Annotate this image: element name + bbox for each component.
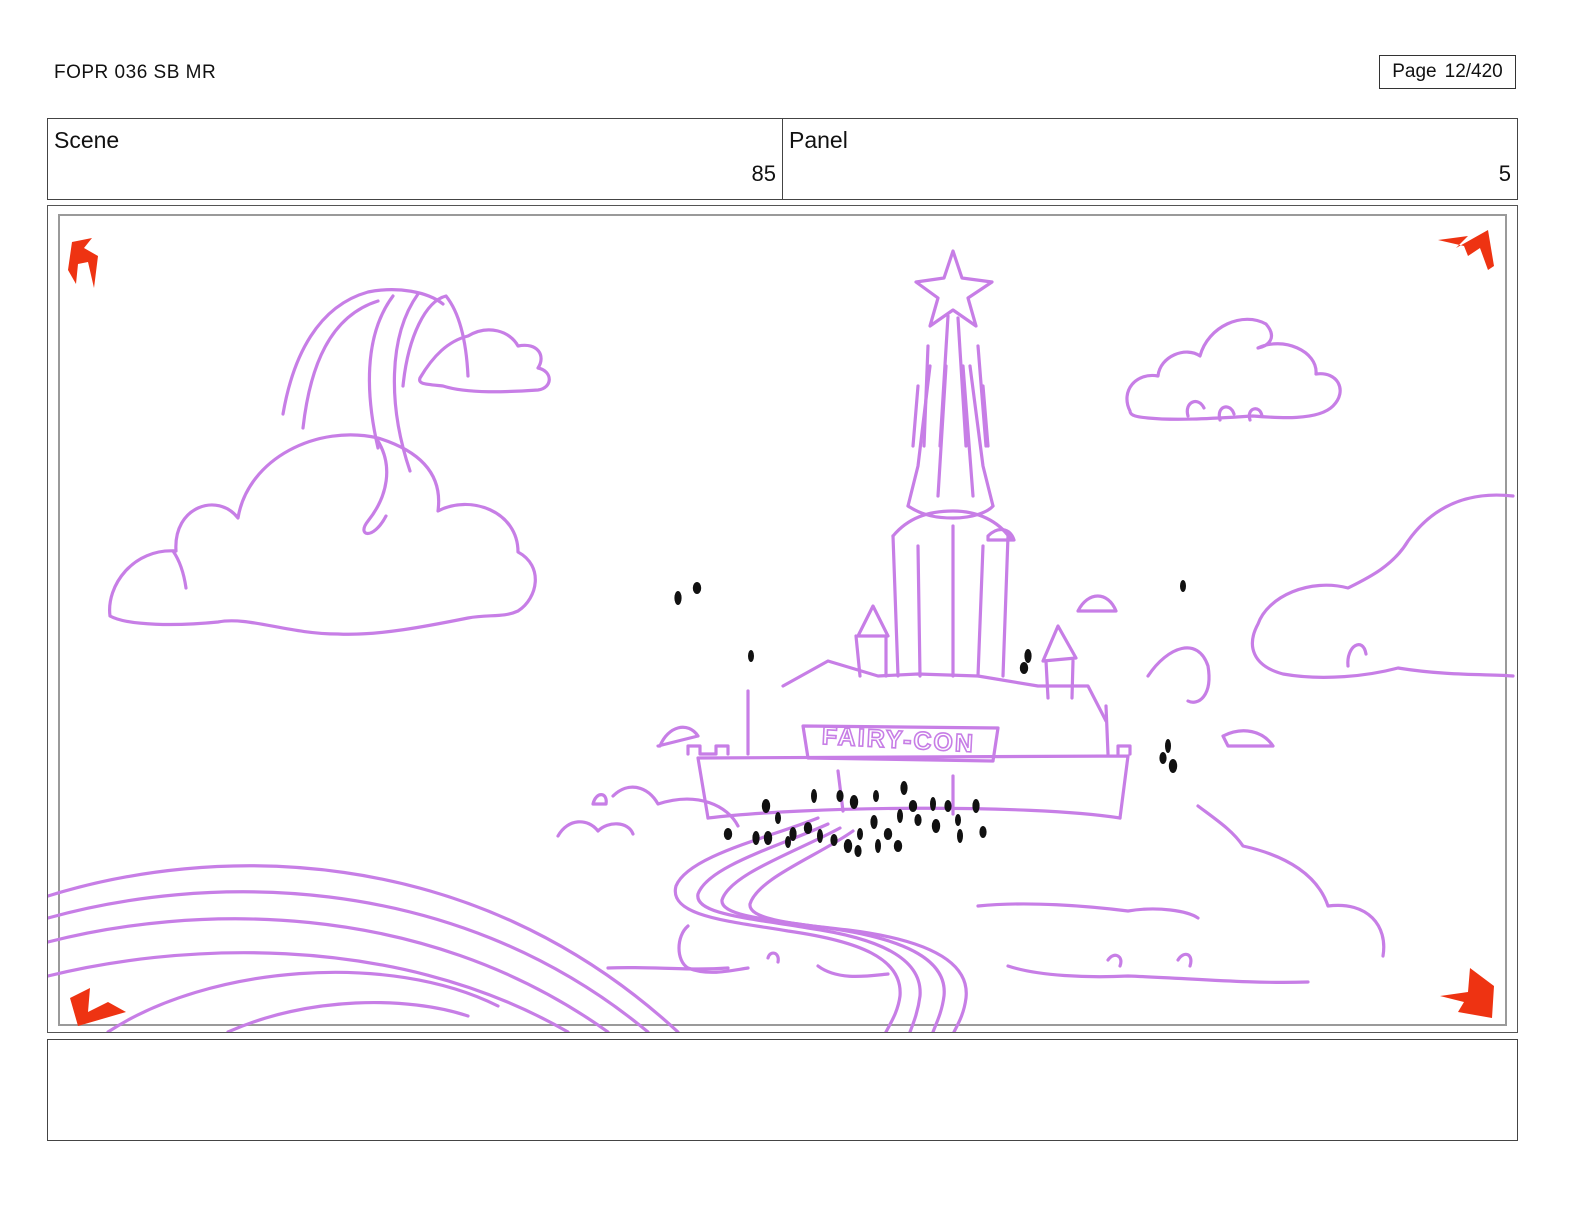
- crowd-person: [761, 799, 771, 813]
- crowd-person: [1019, 662, 1029, 674]
- page-label: Page: [1392, 61, 1437, 82]
- crowd-person: [873, 790, 879, 802]
- crowd-person: [817, 829, 823, 843]
- crowd-person: [883, 828, 893, 840]
- rainbow-bottom-left: [48, 864, 680, 1032]
- crowd-person: [1165, 739, 1171, 753]
- crowd-person: [908, 800, 918, 812]
- cloud-rainbow-left: [108, 288, 551, 636]
- scene-cell: Scene 85: [48, 119, 782, 199]
- scene-panel-info: Scene 85 Panel 5: [47, 118, 1518, 200]
- storyboard-drawing: FAIRY-CON: [48, 230, 1515, 1032]
- page-number: 12/420: [1444, 61, 1503, 82]
- crowd-person: [870, 815, 878, 829]
- crowd-person: [857, 828, 863, 840]
- corner-marker-top-right: [1438, 230, 1494, 270]
- corner-marker-bottom-left: [70, 988, 126, 1026]
- crowd-person: [972, 799, 980, 813]
- crowd-person: [748, 650, 754, 662]
- panel-number: 5: [1498, 161, 1511, 186]
- crowd-person: [893, 840, 903, 852]
- panel-cell: Panel 5: [782, 119, 1517, 199]
- crowd-person: [1180, 580, 1186, 592]
- crowd-person: [979, 826, 987, 838]
- crowd-person: [930, 797, 936, 811]
- crowd-person: [830, 834, 838, 846]
- crowd-person: [785, 836, 791, 848]
- crowd-person: [955, 814, 961, 826]
- cloud-right: [1250, 493, 1515, 679]
- crowd-person: [811, 789, 817, 803]
- crowd-person: [957, 829, 963, 843]
- crowd-person: [723, 828, 733, 840]
- crowd-person: [944, 800, 952, 812]
- corner-marker-bottom-right: [1440, 968, 1494, 1018]
- notes-box[interactable]: [47, 1039, 1518, 1141]
- crowd-person: [854, 845, 862, 857]
- panel-label: Panel: [789, 127, 848, 153]
- winding-path: [673, 816, 968, 1032]
- page-indicator: Page 12/420: [1379, 55, 1516, 89]
- crowd-person: [1024, 649, 1032, 663]
- crowd-person: [1159, 752, 1167, 764]
- scene-label: Scene: [54, 127, 120, 153]
- document-id: FOPR 036 SB MR: [54, 62, 217, 83]
- crowd-person: [914, 814, 922, 826]
- crowd-person: [836, 790, 844, 802]
- crowd-person: [900, 781, 908, 795]
- crowd-person: [875, 839, 881, 853]
- crowd-person: [763, 831, 773, 845]
- crowd-person: [674, 591, 682, 605]
- crowd-person: [1168, 759, 1178, 773]
- crowd-person: [803, 822, 813, 834]
- crowd-person: [931, 819, 941, 833]
- scene-number: 85: [751, 161, 776, 186]
- cloud-top-right: [1125, 317, 1342, 422]
- sketch-lines: [48, 249, 1515, 1032]
- crowd-person: [843, 839, 853, 853]
- crowd-person: [897, 809, 903, 823]
- corner-marker-top-left: [68, 238, 98, 288]
- crowd-person: [692, 582, 702, 594]
- crowd-person: [849, 795, 859, 809]
- crowd-person: [752, 831, 760, 845]
- crowd-person: [775, 812, 781, 824]
